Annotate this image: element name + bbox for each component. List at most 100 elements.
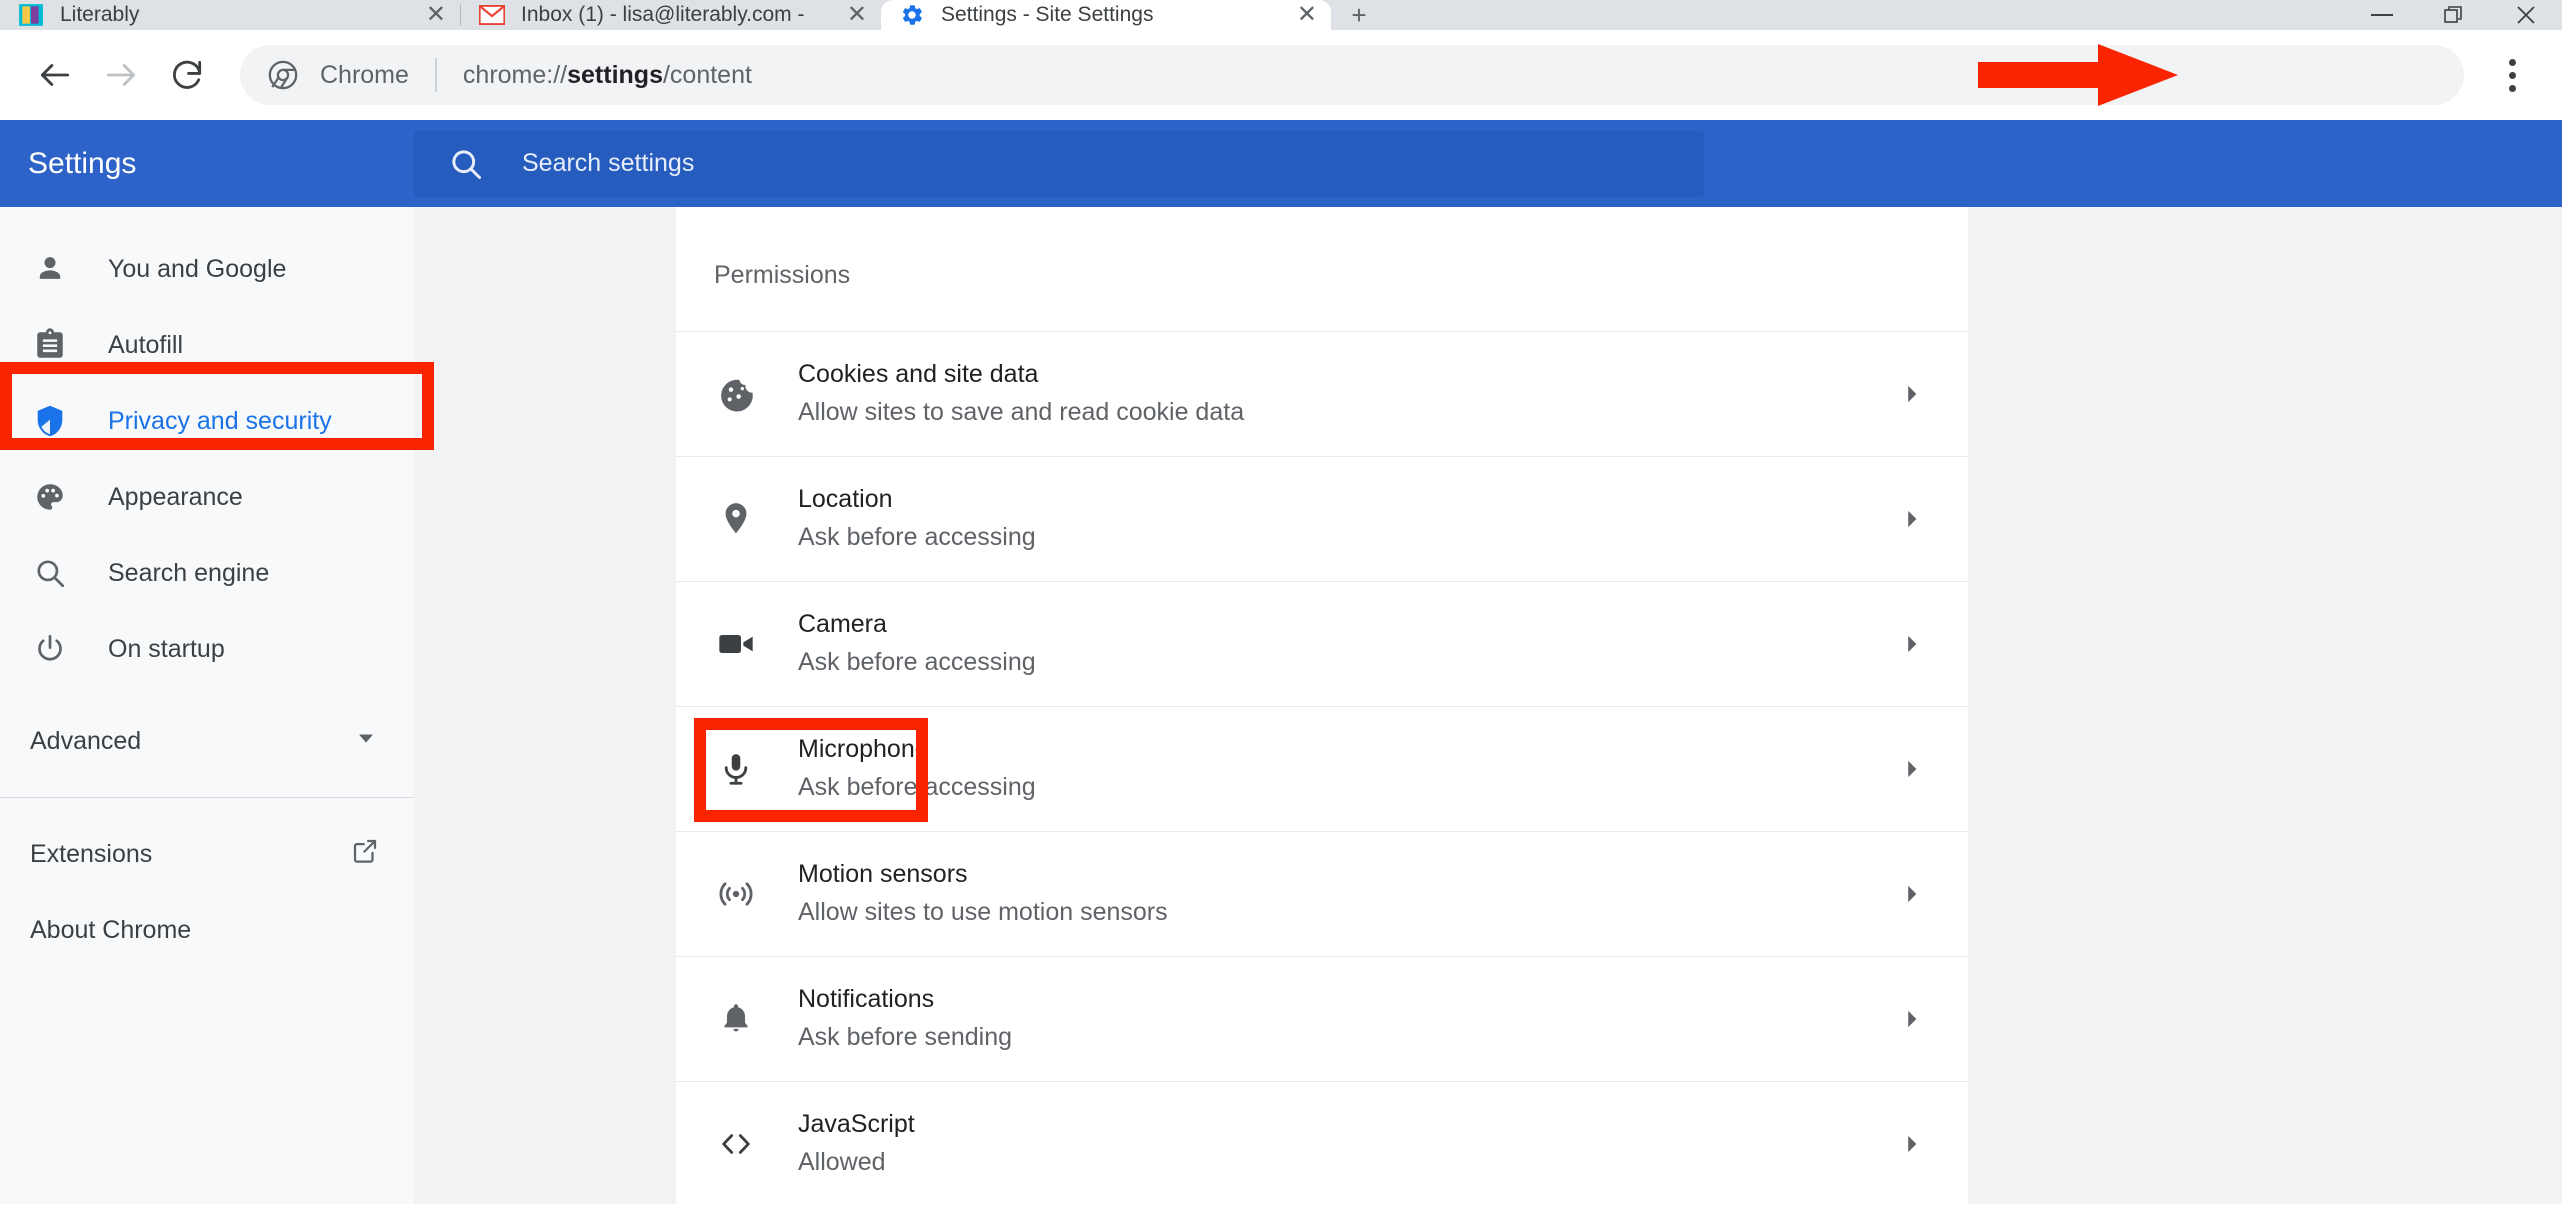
sidebar-link-extensions[interactable]: Extensions — [0, 816, 414, 892]
sidebar-item-label: You and Google — [108, 254, 287, 283]
chevron-right-icon[interactable] — [1892, 1006, 1932, 1032]
permission-title: Camera — [798, 609, 887, 638]
power-icon — [30, 629, 70, 669]
chevron-right-icon[interactable] — [1892, 1131, 1932, 1157]
sidebar-link-label: About Chrome — [30, 915, 192, 944]
search-settings-input[interactable]: Search settings — [414, 130, 1704, 197]
chevron-right-icon[interactable] — [1892, 506, 1932, 532]
sidebar-item-privacy-and-security[interactable]: Privacy and security — [0, 383, 414, 459]
sidebar-divider — [0, 797, 414, 798]
url-suffix: /content — [662, 60, 752, 89]
sidebar-item-label: Autofill — [108, 330, 184, 359]
sidebar-item-label: Appearance — [108, 482, 243, 511]
search-placeholder-text: Search settings — [522, 149, 695, 177]
person-icon — [30, 249, 70, 289]
sidebar-item-label: Search engine — [108, 558, 270, 587]
permission-subtitle: Ask before accessing — [798, 773, 1036, 802]
permission-row-camera[interactable]: Camera Ask before accessing — [676, 581, 1968, 706]
book-icon — [18, 2, 44, 28]
close-icon[interactable]: ✕ — [426, 3, 446, 27]
permission-row-cookies-and-site-data[interactable]: Cookies and site data Allow sites to sav… — [676, 331, 1968, 456]
permission-title: JavaScript — [798, 1109, 915, 1138]
close-window-button[interactable] — [2490, 0, 2562, 30]
sidebar-item-label: Privacy and security — [108, 406, 332, 435]
permission-subtitle: Allow sites to use motion sensors — [798, 898, 1168, 927]
permission-title: Cookies and site data — [798, 359, 1039, 388]
cookie-icon — [714, 372, 758, 416]
permission-row-notifications[interactable]: Notifications Ask before sending — [676, 956, 1968, 1081]
camera-icon — [714, 622, 758, 666]
reload-icon[interactable] — [154, 42, 220, 108]
permission-text: Camera Ask before accessing — [798, 608, 1892, 681]
gmail-icon — [479, 2, 505, 28]
minimize-button[interactable] — [2346, 0, 2418, 30]
permission-title: Motion sensors — [798, 859, 968, 888]
permission-row-javascript[interactable]: JavaScript Allowed — [676, 1081, 1968, 1206]
chrome-logo-icon — [266, 58, 300, 92]
search-icon — [448, 146, 484, 182]
magnifier-icon — [30, 553, 70, 593]
palette-icon — [30, 477, 70, 517]
permission-text: JavaScript Allowed — [798, 1108, 1892, 1181]
permission-title: Location — [798, 484, 893, 513]
sidebar-item-you-and-google[interactable]: You and Google — [0, 231, 414, 307]
sidebar-section-advanced[interactable]: Advanced — [0, 703, 414, 779]
chevron-right-icon[interactable] — [1892, 881, 1932, 907]
permission-subtitle: Allow sites to save and read cookie data — [798, 398, 1245, 427]
tab-strip: Literably ✕ Inbox (1) - lisa@literably.c… — [0, 0, 2562, 30]
forward-arrow-icon — [88, 42, 154, 108]
browser-tab-inbox[interactable]: Inbox (1) - lisa@literably.com - ✕ — [461, 0, 881, 30]
permission-text: Notifications Ask before sending — [798, 983, 1892, 1056]
permission-subtitle: Ask before accessing — [798, 648, 1036, 677]
sidebar-advanced-label: Advanced — [30, 726, 142, 755]
code-brackets-icon — [714, 1122, 758, 1166]
three-dot-menu-icon[interactable] — [2484, 42, 2540, 108]
close-icon[interactable]: ✕ — [847, 3, 867, 27]
close-icon[interactable]: ✕ — [1297, 3, 1317, 27]
tab-title: Settings - Site Settings — [941, 3, 1154, 26]
address-bar[interactable]: Chrome chrome://settings/content — [240, 45, 2464, 105]
permission-text: Motion sensors Allow sites to use motion… — [798, 858, 1892, 931]
permission-row-location[interactable]: Location Ask before accessing — [676, 456, 1968, 581]
chevron-down-icon[interactable] — [352, 724, 380, 759]
permission-subtitle: Ask before sending — [798, 1023, 1013, 1052]
bell-icon — [714, 997, 758, 1041]
back-arrow-icon[interactable] — [22, 42, 88, 108]
url-prefix: chrome:// — [462, 60, 568, 89]
chevron-right-icon[interactable] — [1892, 631, 1932, 657]
permission-title: Notifications — [798, 984, 935, 1013]
browser-tab-literably[interactable]: Literably ✕ — [0, 0, 460, 30]
chevron-right-icon[interactable] — [1892, 756, 1932, 782]
section-title-permissions: Permissions — [714, 261, 851, 289]
permission-row-microphone[interactable]: Microphone Ask before accessing — [676, 706, 1968, 831]
url-bold-segment: settings — [567, 60, 663, 89]
omnibox-scheme-label: Chrome — [320, 60, 409, 89]
location-pin-icon — [714, 497, 758, 541]
permission-row-motion-sensors[interactable]: Motion sensors Allow sites to use motion… — [676, 831, 1968, 956]
menu-dot — [2508, 71, 2516, 79]
page-title: Settings — [28, 146, 137, 180]
permission-subtitle: Ask before accessing — [798, 523, 1036, 552]
browser-tab-site-settings[interactable]: Settings - Site Settings ✕ — [881, 0, 1331, 30]
sidebar-item-search-engine[interactable]: Search engine — [0, 535, 414, 611]
sidebar-item-label: On startup — [108, 634, 225, 663]
new-tab-button[interactable]: + — [1331, 0, 1387, 30]
sidebar-link-about-chrome[interactable]: About Chrome — [0, 892, 414, 968]
menu-dot — [2508, 84, 2516, 92]
chevron-right-icon[interactable] — [1892, 381, 1932, 407]
permission-text: Cookies and site data Allow sites to sav… — [798, 358, 1892, 431]
maximize-restore-button[interactable] — [2418, 0, 2490, 30]
settings-content-card: Permissions Cookies and site data Allow … — [676, 207, 1968, 1206]
settings-sidebar: You and Google Autofill Privacy and secu… — [0, 207, 414, 1204]
motion-sensor-icon — [714, 872, 758, 916]
chrome-settings-icon — [899, 2, 925, 28]
permission-title: Microphone — [798, 734, 929, 763]
permission-text: Location Ask before accessing — [798, 483, 1892, 556]
sidebar-item-autofill[interactable]: Autofill — [0, 307, 414, 383]
microphone-icon — [714, 747, 758, 791]
sidebar-item-appearance[interactable]: Appearance — [0, 459, 414, 535]
sidebar-item-on-startup[interactable]: On startup — [0, 611, 414, 687]
external-link-icon[interactable] — [350, 836, 380, 873]
settings-header: Settings Search settings — [0, 120, 2562, 207]
tab-title: Inbox (1) - lisa@literably.com - — [521, 3, 805, 26]
